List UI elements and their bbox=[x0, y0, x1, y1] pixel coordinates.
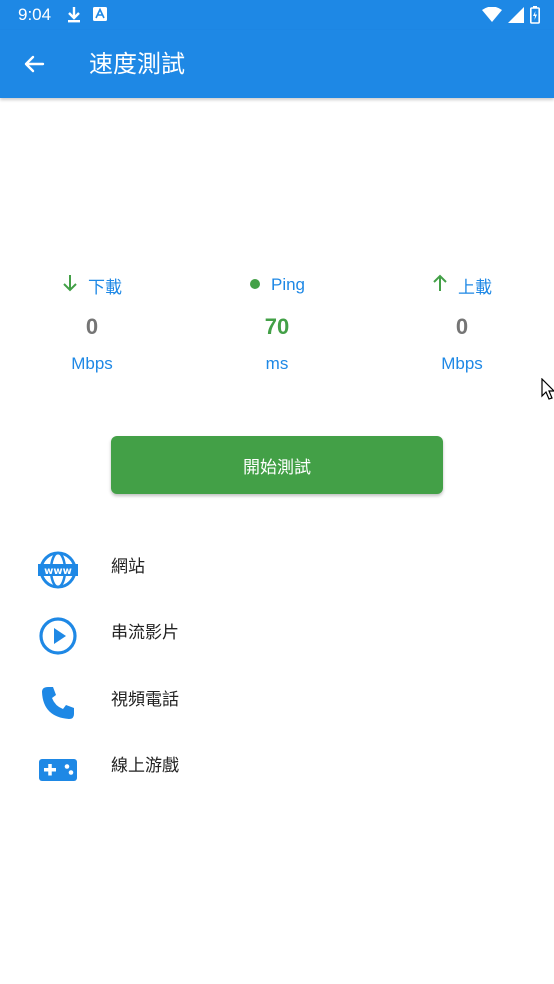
signal-icon bbox=[508, 7, 524, 27]
list-item-online-gaming[interactable]: 線上游戲 bbox=[0, 733, 554, 793]
gamepad-icon bbox=[38, 749, 78, 789]
app-bar: 速度測試 bbox=[0, 30, 554, 98]
page-title: 速度測試 bbox=[89, 50, 185, 78]
status-right-icons bbox=[482, 6, 540, 28]
metric-ping-label: Ping bbox=[270, 275, 306, 294]
mouse-pointer-icon bbox=[541, 377, 554, 402]
metric-download-unit: Mbps bbox=[71, 354, 113, 373]
metric-download: 下載 0 Mbps bbox=[2, 270, 182, 374]
arrow-down-icon bbox=[62, 274, 78, 297]
back-arrow-icon[interactable] bbox=[20, 50, 48, 78]
start-test-button[interactable]: 開始測試 bbox=[111, 436, 443, 494]
phone-icon bbox=[38, 683, 78, 723]
metric-download-value: 0 bbox=[85, 314, 99, 339]
wifi-icon bbox=[482, 6, 502, 27]
list-item-label: 串流影片 bbox=[111, 623, 179, 643]
metric-ping-value: 70 bbox=[264, 314, 290, 339]
metric-ping-unit: ms bbox=[265, 354, 289, 373]
speed-metrics: 下載 0 Mbps Ping 70 ms 上載 0 Mbps bbox=[0, 270, 554, 390]
list-item-label: 視頻電話 bbox=[111, 690, 179, 710]
battery-icon bbox=[530, 6, 540, 28]
metric-download-label: 下載 bbox=[88, 277, 122, 298]
metric-upload-value: 0 bbox=[455, 314, 469, 339]
download-icon bbox=[66, 6, 82, 28]
metric-upload-label: 上載 bbox=[458, 277, 492, 298]
www-icon: www bbox=[38, 550, 78, 590]
a-box-icon bbox=[92, 6, 108, 28]
play-circle-icon bbox=[38, 616, 78, 656]
svg-text:www: www bbox=[44, 566, 72, 577]
metric-upload-unit: Mbps bbox=[441, 354, 483, 373]
metric-upload: 上載 0 Mbps bbox=[372, 270, 552, 374]
status-bar: 9:04 bbox=[0, 0, 554, 30]
arrow-up-icon bbox=[432, 274, 448, 297]
list-item-label: 線上游戲 bbox=[111, 756, 179, 776]
status-time: 9:04 bbox=[18, 5, 52, 24]
list-item-video-call[interactable]: 視頻電話 bbox=[0, 667, 554, 727]
list-item-label: 網站 bbox=[111, 557, 145, 577]
list-item-websites[interactable]: www 網站 bbox=[0, 534, 554, 594]
dot-icon bbox=[249, 275, 261, 295]
status-left-icons bbox=[66, 6, 108, 28]
metric-ping: Ping 70 ms bbox=[187, 270, 367, 374]
list-item-streaming[interactable]: 串流影片 bbox=[0, 600, 554, 660]
